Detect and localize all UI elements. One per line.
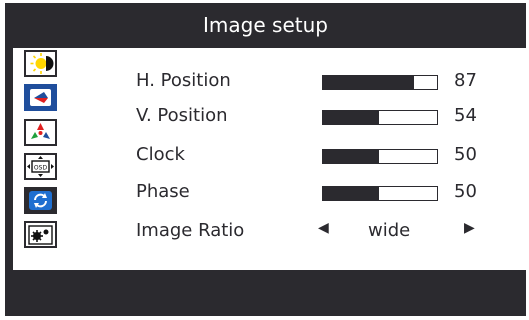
sidebar: OSD: [13, 48, 82, 270]
setting-value: 54: [454, 105, 477, 126]
setting-slider[interactable]: [322, 149, 438, 164]
setting-value: 50: [454, 181, 477, 202]
menu-title: Image setup: [203, 12, 328, 37]
setting-value: 50: [454, 144, 477, 165]
setup-icon[interactable]: [24, 221, 57, 248]
setting-row-clock[interactable]: Clock 50: [82, 142, 526, 174]
image-setup-icon[interactable]: [24, 84, 57, 111]
color-icon[interactable]: [24, 119, 57, 146]
slider-fill: [323, 150, 379, 163]
setting-label: Phase: [136, 181, 190, 202]
right-arrow-icon[interactable]: ▶: [464, 220, 475, 236]
settings-panel: H. Position 87 V. Position 54 Clock 50 P…: [82, 48, 526, 270]
svg-text:OSD: OSD: [34, 165, 48, 172]
setting-label: Clock: [136, 144, 185, 165]
reset-icon[interactable]: [24, 187, 57, 214]
setting-row-phase[interactable]: Phase 50: [82, 179, 526, 211]
osd-menu: Image setup OSD H. Position 87 V. Positi…: [5, 3, 526, 316]
brightness-contrast-icon[interactable]: [24, 50, 57, 77]
osd-settings-icon[interactable]: OSD: [24, 153, 57, 180]
slider-fill: [323, 187, 379, 200]
setting-slider[interactable]: [322, 75, 438, 90]
slider-fill: [323, 76, 415, 89]
slider-fill: [323, 111, 379, 124]
image-ratio-value: wide: [368, 220, 411, 241]
setting-slider[interactable]: [322, 110, 438, 125]
setting-row-h-position[interactable]: H. Position 87: [82, 68, 526, 100]
setting-slider[interactable]: [322, 186, 438, 201]
menu-footer: [5, 270, 526, 316]
setting-label: H. Position: [136, 70, 231, 91]
setting-row-image-ratio[interactable]: Image Ratio ◀ wide ▶: [82, 218, 526, 250]
setting-row-v-position[interactable]: V. Position 54: [82, 103, 526, 135]
left-arrow-icon[interactable]: ◀: [318, 220, 329, 236]
setting-label: Image Ratio: [136, 220, 245, 241]
setting-label: V. Position: [136, 105, 228, 126]
setting-value: 87: [454, 70, 477, 91]
